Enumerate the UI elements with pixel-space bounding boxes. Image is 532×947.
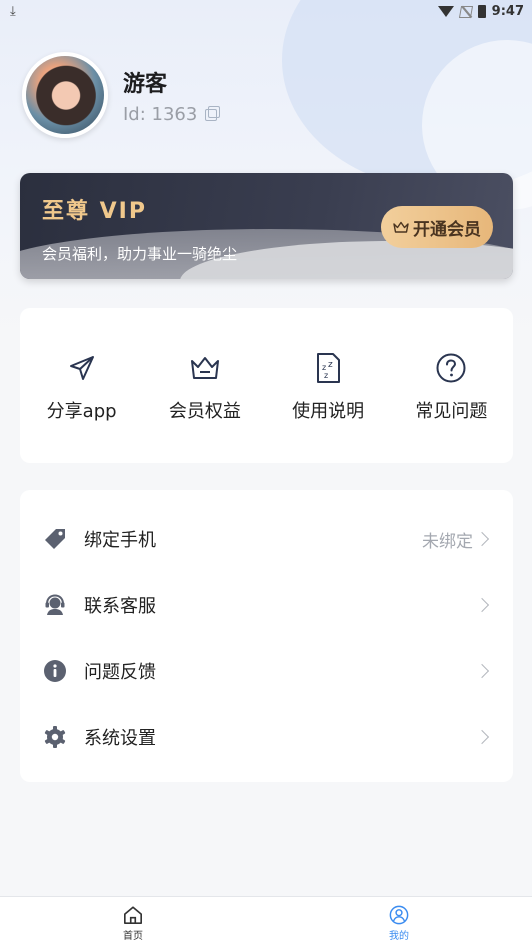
svg-text:z: z <box>328 360 333 370</box>
member-benefits-label: 会员权益 <box>168 401 241 422</box>
bind-phone-label: 绑定手机 <box>84 530 156 551</box>
tag-icon <box>45 529 65 549</box>
username: 游客 <box>123 72 168 97</box>
feedback-label: 问题反馈 <box>84 662 156 683</box>
battery-icon <box>477 5 486 18</box>
member-benefits-action[interactable]: 会员权益 <box>143 308 266 463</box>
customer-service-icon <box>45 594 65 615</box>
list-item-feedback[interactable]: 问题反馈 <box>20 638 513 704</box>
no-signal-icon <box>458 5 473 18</box>
user-id-text: Id: 1363 <box>123 104 198 125</box>
system-settings-label: 系统设置 <box>84 728 156 749</box>
gear-icon <box>44 726 66 748</box>
user-icon <box>389 905 409 925</box>
vip-title: 至尊 VIP <box>42 199 147 224</box>
crown-icon <box>393 221 409 233</box>
bottom-nav: 首页 我的 <box>0 896 532 947</box>
crown-icon <box>190 357 219 379</box>
chevron-right-icon <box>474 597 490 613</box>
avatar[interactable] <box>22 52 108 138</box>
share-app-action[interactable]: 分享app <box>20 308 143 463</box>
chevron-right-icon <box>474 531 490 547</box>
info-icon <box>44 660 66 682</box>
open-vip-label: 开通会员 <box>413 219 481 240</box>
status-time: 9:47 <box>491 4 524 19</box>
list-item-bind-phone[interactable]: 绑定手机 未绑定 <box>20 506 513 572</box>
tab-home-label: 首页 <box>123 931 143 942</box>
tab-mine[interactable]: 我的 <box>266 897 532 947</box>
svg-text:z: z <box>324 371 328 380</box>
wifi-icon <box>437 6 454 17</box>
usage-guide-action[interactable]: z z z 使用说明 <box>267 308 390 463</box>
document-icon: z z z <box>317 353 341 383</box>
bind-phone-status: 未绑定 <box>422 531 473 552</box>
usage-guide-label: 使用说明 <box>292 401 365 422</box>
status-bar: ⤓ 9:47 <box>0 0 532 26</box>
copy-icon[interactable] <box>205 105 221 121</box>
tab-home[interactable]: 首页 <box>0 897 266 947</box>
share-app-label: 分享app <box>46 401 117 422</box>
header-background <box>0 0 532 340</box>
chevron-right-icon <box>474 663 490 679</box>
faq-label: 常见问题 <box>415 401 488 422</box>
quick-actions: 分享app 会员权益 z z z 使用说明 常见问题 <box>20 308 513 463</box>
chevron-right-icon <box>474 729 490 745</box>
download-icon: ⤓ <box>10 4 16 19</box>
settings-list: 绑定手机 未绑定 联系客服 问题反馈 系统设置 <box>20 490 513 782</box>
list-item-system-settings[interactable]: 系统设置 <box>20 704 513 770</box>
faq-action[interactable]: 常见问题 <box>390 308 513 463</box>
send-icon <box>69 356 94 380</box>
home-icon <box>124 906 142 924</box>
tab-mine-label: 我的 <box>389 931 409 942</box>
open-vip-button[interactable]: 开通会员 <box>381 206 493 248</box>
vip-card[interactable]: 至尊 VIP 会员福利，助力事业一骑绝尘 开通会员 <box>20 173 513 279</box>
contact-support-label: 联系客服 <box>84 596 156 617</box>
question-icon <box>436 353 466 383</box>
user-id: Id: 1363 <box>123 104 221 125</box>
vip-subtitle: 会员福利，助力事业一骑绝尘 <box>42 245 238 263</box>
list-item-contact-support[interactable]: 联系客服 <box>20 572 513 638</box>
